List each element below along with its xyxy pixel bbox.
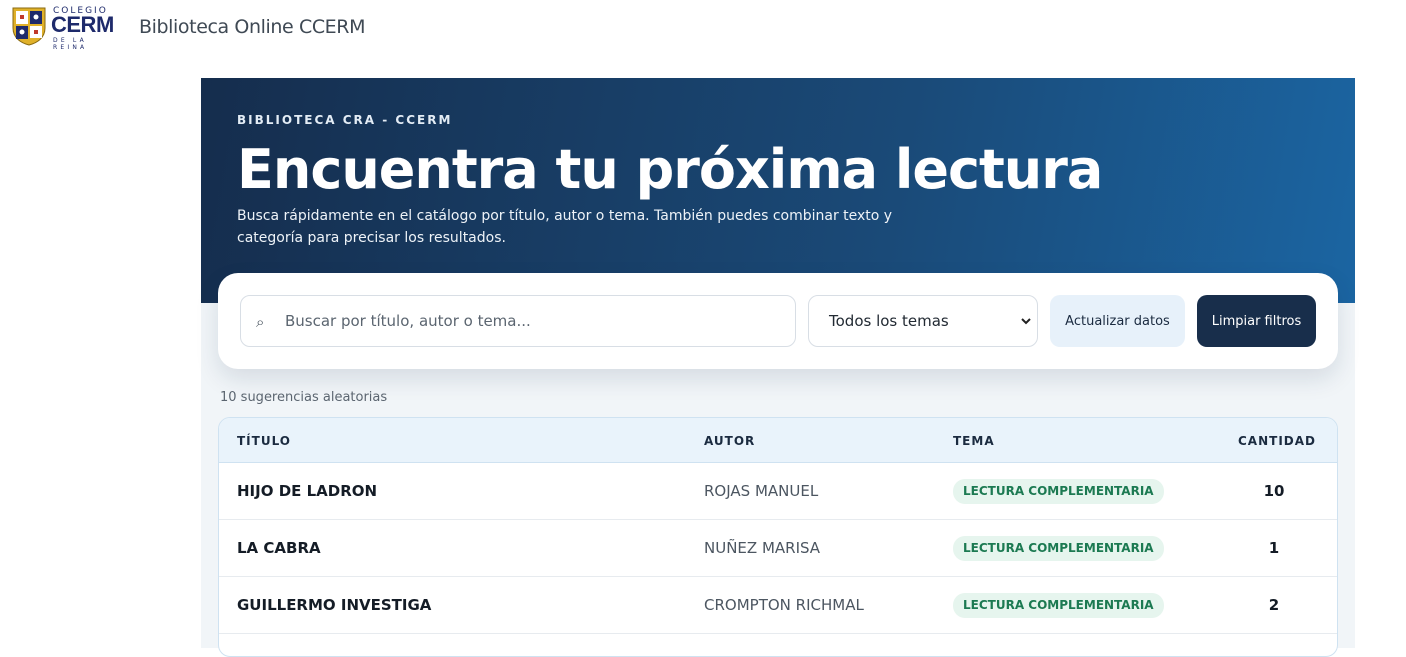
logo-cerm-text: CERM [51, 12, 114, 37]
logo-wordmark: COLEGIO CERM DE LA REINA [51, 6, 123, 51]
theme-badge: LECTURA COMPLEMENTARIA [953, 593, 1164, 618]
theme-badge: LECTURA COMPLEMENTARIA [953, 479, 1164, 504]
hero-eyebrow: BIBLIOTECA CRA - CCERM [237, 113, 453, 127]
column-header-title: TÍTULO [237, 434, 291, 448]
search-input[interactable] [285, 296, 785, 346]
site-title[interactable]: Biblioteca Online CCERM [139, 16, 365, 38]
book-author: ROJAS MANUEL [704, 482, 819, 500]
theme-badge: LECTURA COMPLEMENTARIA [953, 536, 1164, 561]
table-row[interactable]: HIJO DE LADRON ROJAS MANUEL LECTURA COMP… [219, 463, 1337, 520]
column-header-author: AUTOR [704, 434, 756, 448]
results-count: 10 sugerencias aleatorias [220, 390, 388, 405]
theme-select[interactable]: Todos los temas [808, 295, 1038, 347]
refresh-data-button[interactable]: Actualizar datos [1050, 295, 1185, 347]
book-title: GUILLERMO INVESTIGA [237, 596, 432, 614]
book-quantity: 1 [1268, 539, 1280, 557]
results-table: TÍTULO AUTOR TEMA CANTIDAD HIJO DE LADRO… [218, 417, 1338, 657]
book-quantity: 10 [1263, 482, 1285, 500]
search-card: ⌕ Todos los temas Actualizar datos Limpi… [218, 273, 1338, 369]
main-content: BIBLIOTECA CRA - CCERM Encuentra tu próx… [201, 78, 1355, 657]
search-field[interactable]: ⌕ [240, 295, 796, 347]
book-author: NUÑEZ MARISA [704, 539, 821, 557]
book-title: HIJO DE LADRON [237, 482, 378, 500]
chevron-down-icon [1021, 318, 1031, 325]
top-bar: COLEGIO CERM DE LA REINA Biblioteca Onli… [0, 0, 1406, 56]
logo-reina-text: DE LA REINA [53, 37, 88, 51]
column-header-theme: TEMA [953, 434, 995, 448]
theme-select-value: Todos los temas [829, 312, 949, 330]
book-author: CROMPTON RICHMAL [704, 596, 864, 614]
column-header-quantity: CANTIDAD [1238, 434, 1316, 448]
book-title: LA CABRA [237, 539, 321, 557]
hero-banner: BIBLIOTECA CRA - CCERM Encuentra tu próx… [201, 78, 1355, 303]
school-logo[interactable]: COLEGIO CERM DE LA REINA [11, 6, 123, 51]
book-quantity: 2 [1268, 596, 1280, 614]
search-icon: ⌕ [256, 313, 265, 331]
hero-title: Encuentra tu próxima lectura [237, 138, 1103, 201]
clear-filters-button[interactable]: Limpiar filtros [1197, 295, 1316, 347]
table-row[interactable]: LA CABRA NUÑEZ MARISA LECTURA COMPLEMENT… [219, 520, 1337, 577]
table-header: TÍTULO AUTOR TEMA CANTIDAD [219, 418, 1337, 463]
shield-crest-icon [12, 7, 46, 46]
table-row[interactable]: GUILLERMO INVESTIGA CROMPTON RICHMAL LEC… [219, 577, 1337, 634]
hero-description: Busca rápidamente en el catálogo por tít… [237, 208, 893, 246]
